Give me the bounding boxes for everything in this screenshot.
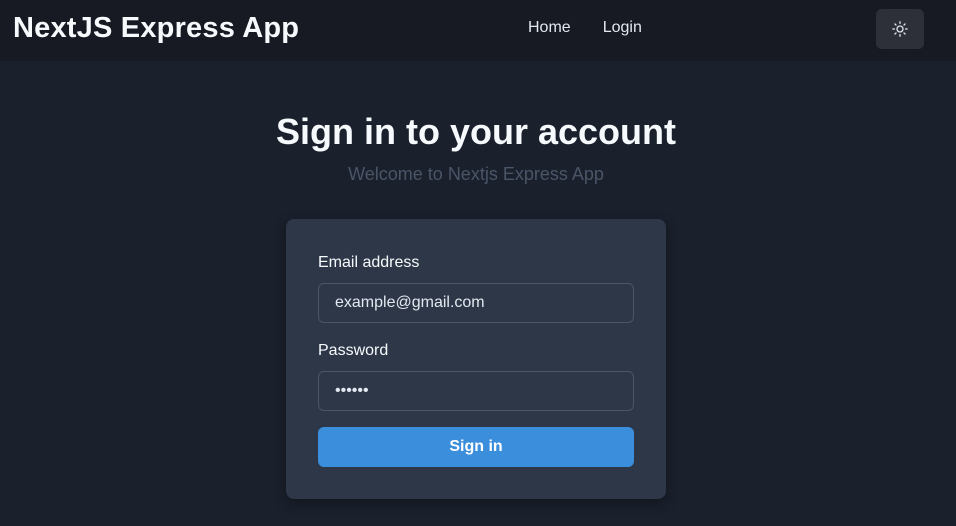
password-input[interactable] [318, 371, 634, 411]
page-title: Sign in to your account [275, 111, 676, 152]
password-label: Password [318, 342, 389, 359]
signin-card: Email address Password Sign in [286, 219, 666, 499]
nav-link-home[interactable]: Home [528, 19, 571, 37]
page-subtitle: Welcome to Nextjs Express App [348, 164, 604, 184]
nav-links: Home Login [528, 19, 642, 37]
navbar: NextJS Express App Home Login [0, 0, 956, 61]
theme-toggle-button[interactable] [876, 9, 924, 49]
nav-link-login[interactable]: Login [603, 19, 642, 37]
email-input[interactable] [318, 283, 634, 323]
sun-icon [892, 21, 908, 37]
signin-button[interactable]: Sign in [318, 427, 634, 467]
email-label: Email address [318, 254, 420, 271]
brand-title[interactable]: NextJS Express App [13, 12, 299, 45]
